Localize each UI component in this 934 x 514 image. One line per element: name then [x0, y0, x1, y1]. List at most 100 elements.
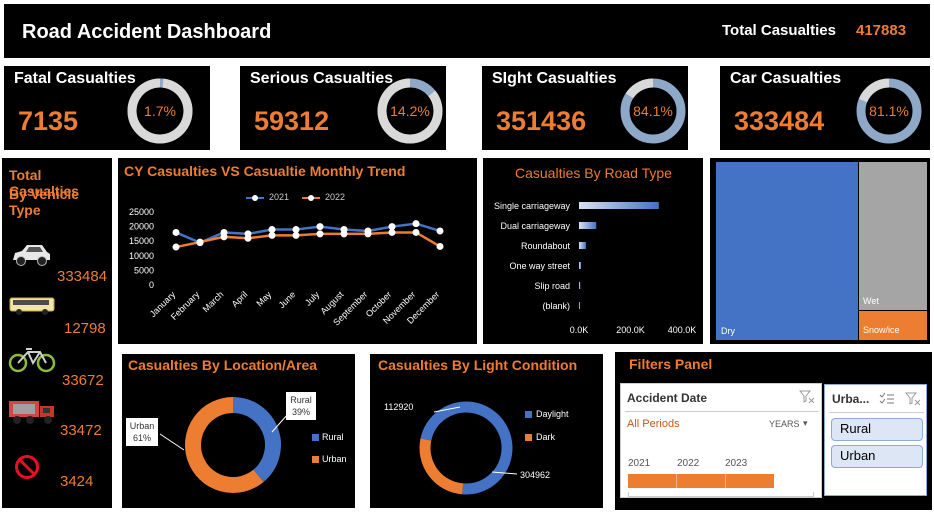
year-2022[interactable]: 2022 [677, 458, 699, 469]
slicer-divider [625, 411, 819, 412]
legend-daylight: Daylight [536, 409, 569, 419]
urban-rural-slicer[interactable]: Urba... Rural Urban [824, 384, 927, 496]
daylight-value-label: 304962 [520, 470, 551, 480]
road-bar [579, 282, 581, 289]
ring-pct-label: 84.1% [633, 103, 673, 119]
chevron-down-icon[interactable]: ▾ [803, 418, 808, 429]
all-periods-label: All Periods [627, 418, 680, 430]
dark-value-label: 112920 [384, 402, 414, 412]
treemap-snow: Snow/ice [859, 311, 927, 340]
data-point [436, 227, 444, 235]
data-point [316, 223, 324, 231]
road-category-label: Slip road [534, 281, 570, 291]
vehicle-value: 33472 [60, 422, 102, 439]
road-category-label: Roundabout [521, 241, 571, 251]
treemap-wet-label: Wet [863, 296, 879, 306]
data-point [412, 228, 420, 236]
urban-callout-pct: 61% [132, 433, 151, 443]
kpi-ring: 84.1% [620, 78, 686, 144]
data-point [436, 242, 444, 250]
timeline-tick [725, 474, 726, 488]
treemap-dry: Dry [716, 162, 858, 340]
year-2021[interactable]: 2021 [628, 458, 650, 469]
kpi-value: 333484 [734, 106, 825, 136]
data-point [412, 220, 420, 228]
timeline-tick [676, 474, 677, 488]
donut-slice-dark [419, 438, 464, 495]
vehicle-value: 333484 [57, 268, 108, 285]
x-tick-label: July [303, 289, 322, 308]
total-casualties-value: 417883 [856, 22, 907, 39]
timeline-scrollbar[interactable] [628, 492, 814, 497]
total-casualties-label: Total Casualties [722, 22, 836, 39]
urban-leader-line [159, 433, 185, 451]
rural-callout-pct: 39% [291, 407, 310, 417]
road-bar [579, 242, 586, 249]
kpi-car: Car Casualties 333484 81.1% [720, 66, 930, 150]
treemap-snow-label: Snow/ice [863, 325, 900, 335]
years-dropdown[interactable]: YEARS [769, 419, 800, 429]
data-point [220, 233, 228, 241]
road-category-label: (blank) [542, 301, 570, 311]
ring-remainder [858, 78, 890, 103]
slicer-divider [829, 412, 924, 413]
x-tick-label: May [254, 289, 273, 308]
bus-icon [9, 297, 55, 315]
kpi-ring: 14.2% [377, 78, 443, 144]
legend-dark: Dark [536, 432, 556, 442]
vehicle-value: 3424 [60, 473, 94, 490]
treemap-wet: Wet [859, 162, 927, 310]
treemap-panel: Dry Wet Snow/ice [710, 158, 930, 344]
urban-filter-item[interactable]: Urban [831, 445, 923, 468]
clear-filter-icon[interactable] [799, 390, 815, 404]
donut-slice-rural [232, 397, 281, 482]
legend-urban-swatch [312, 456, 319, 463]
data-point [268, 231, 276, 239]
kpi-slight: SIght Casualties 351436 84.1% [482, 66, 688, 150]
kpi-label: SIght Casualties [492, 70, 617, 87]
urban-callout-label: Urban [129, 421, 155, 431]
filters-title: Filters Panel [629, 356, 713, 372]
vehicle-type-panel: Total Casualties By Vehicle Type 333484 … [2, 158, 112, 508]
road-bar [579, 222, 597, 229]
monthly-trend-panel: CY Casualties VS Casualtie Monthly Trend… [118, 158, 477, 344]
kpi-label: Serious Casualties [250, 70, 394, 87]
kpi-label: Fatal Casualties [14, 70, 136, 87]
road-category-label: One way street [509, 261, 570, 271]
y-tick-label: 25000 [129, 207, 154, 217]
data-point [316, 230, 324, 238]
road-chart: Single carriageway Dual carriageway Rounda… [494, 201, 696, 335]
light-panel: Casualties By Light Condition 112920 304… [370, 354, 603, 508]
clear-filter-icon[interactable] [905, 392, 921, 406]
legend-dark-swatch [525, 434, 532, 441]
location-panel: Casualties By Location/Area Rural 39% Ur… [122, 354, 355, 508]
trend-legend [246, 195, 320, 201]
x-tick-label: 200.0K [616, 325, 645, 335]
urban-slicer-title: Urba... [832, 392, 870, 406]
legend-rural: Rural [322, 432, 344, 442]
rural-callout-label: Rural [290, 395, 312, 405]
treemap-dry-label: Dry [721, 326, 735, 336]
road-type-panel: Casualties By Road Type Single carriagew… [483, 158, 703, 344]
urban-callout: Urban 61% [126, 418, 158, 446]
kpi-ring: 81.1% [856, 78, 922, 144]
timeline-bar[interactable] [628, 474, 774, 488]
vehicle-title-line2: By Vehicle Type [9, 186, 80, 218]
legend-rural-swatch [312, 434, 319, 441]
page-title: Road Accident Dashboard [22, 21, 272, 43]
data-point [364, 230, 372, 238]
accident-date-slicer[interactable]: Accident Date All Periods YEARS ▾ 2021 2… [620, 383, 822, 498]
x-tick-label: March [201, 289, 226, 314]
year-2023[interactable]: 2023 [725, 458, 747, 469]
multi-select-icon[interactable] [879, 392, 895, 406]
x-tick-label: 0.0K [570, 325, 589, 335]
filters-panel: Filters Panel Accident Date All Periods … [615, 352, 932, 510]
rural-filter-item[interactable]: Rural [831, 418, 923, 441]
truck-icon [9, 401, 54, 424]
no-entry-icon [15, 455, 39, 479]
kpi-value: 351436 [496, 106, 587, 136]
kpi-fatal: Fatal Casualties 7135 1.7% [4, 66, 210, 150]
y-tick-label: 10000 [129, 251, 154, 261]
kpi-ring: 1.7% [127, 78, 193, 144]
data-point [172, 243, 180, 251]
